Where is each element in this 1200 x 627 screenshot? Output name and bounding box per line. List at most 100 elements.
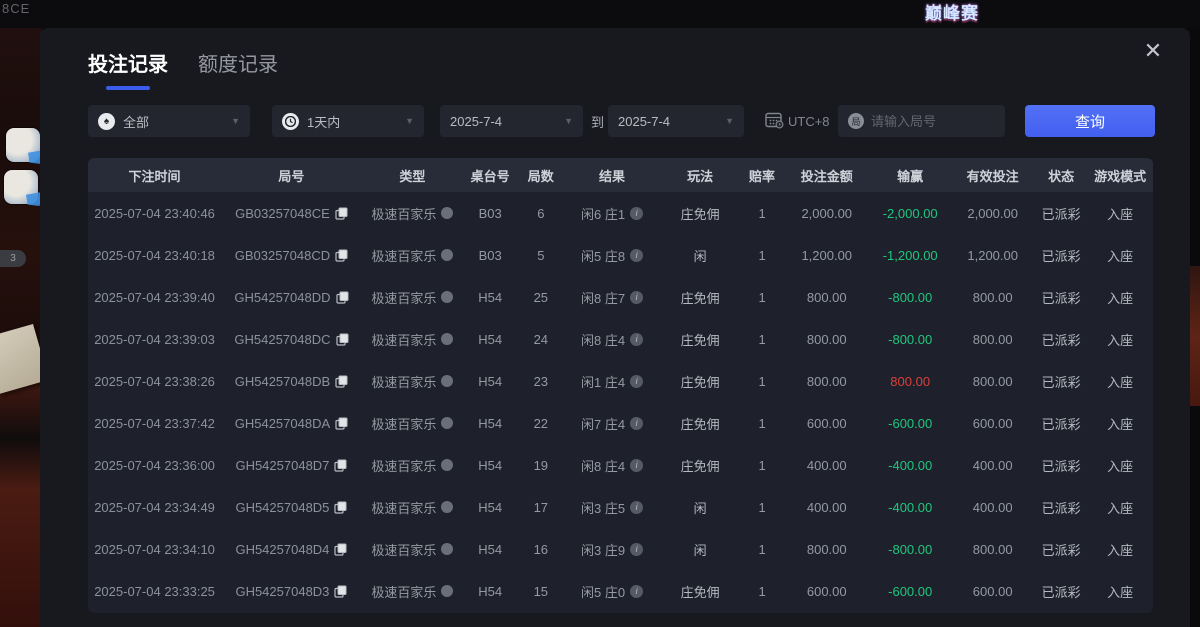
tab-betting-records[interactable]: 投注记录 (88, 48, 168, 90)
copy-icon[interactable] (335, 417, 348, 430)
info-icon[interactable]: i (630, 543, 643, 556)
cell-table-no: H54 (463, 360, 517, 402)
chevron-down-icon: ▼ (397, 116, 414, 126)
cell-result: 闲8 庄4 i (564, 444, 660, 486)
game-type-icon[interactable] (441, 291, 453, 303)
cell-valid-bet: 800.00 (951, 528, 1035, 570)
cell-bet-time: 2025-07-04 23:37:42 (88, 402, 221, 444)
column-header: 局数 (517, 158, 564, 192)
cell-game-type: 极速百家乐 (362, 444, 463, 486)
info-icon[interactable]: i (630, 333, 643, 346)
query-button[interactable]: 查询 (1025, 105, 1155, 137)
game-type-icon[interactable] (441, 501, 453, 513)
cell-round: 22 (517, 402, 564, 444)
cell-play-type: 庄免佣 (660, 402, 741, 444)
cell-play-type: 庄免佣 (660, 444, 741, 486)
game-type-icon[interactable] (441, 543, 453, 555)
cell-table-no: H54 (463, 528, 517, 570)
cell-play-type: 庄免佣 (660, 570, 741, 612)
game-type-icon[interactable] (441, 417, 453, 429)
info-icon[interactable]: i (630, 585, 643, 598)
timezone-indicator[interactable]: UTC+8 (765, 111, 830, 132)
chevron-down-icon: ▼ (223, 116, 240, 126)
info-icon[interactable]: i (630, 207, 643, 220)
tab-quota-records[interactable]: 额度记录 (198, 48, 278, 90)
cell-win-loss: -800.00 (870, 276, 951, 318)
game-type-icon[interactable] (441, 585, 453, 597)
cell-win-loss: -400.00 (870, 486, 951, 528)
cell-game-mode: 入座 (1087, 192, 1153, 234)
cell-game-id: GH54257048D5 (221, 486, 362, 528)
emoji-sticker (4, 170, 38, 204)
cell-bet-time: 2025-07-04 23:34:10 (88, 528, 221, 570)
cell-win-loss: -400.00 (870, 444, 951, 486)
cell-round: 25 (517, 276, 564, 318)
date-to-value: 2025-7-4 (618, 114, 670, 129)
game-type-icon[interactable] (441, 333, 453, 345)
category-value: 全部 (123, 112, 149, 131)
cell-odds: 1 (741, 360, 784, 402)
category-dropdown[interactable]: ♠ 全部 ▼ (88, 105, 250, 137)
table-row: 2025-07-04 23:40:18 GB03257048CD 极速百家乐 B… (88, 234, 1153, 276)
game-type-icon[interactable] (441, 375, 453, 387)
game-id-search[interactable]: 局 (838, 105, 1005, 137)
cell-round: 16 (517, 528, 564, 570)
table-header: 下注时间局号类型桌台号局数结果玩法赔率投注金额输赢有效投注状态游戏模式 (88, 158, 1153, 192)
cell-play-type: 闲 (660, 234, 741, 276)
copy-icon[interactable] (334, 501, 347, 514)
column-header: 输赢 (870, 158, 951, 192)
cell-table-no: H54 (463, 570, 517, 612)
cell-valid-bet: 800.00 (951, 318, 1035, 360)
cell-game-id: GH54257048D3 (221, 570, 362, 612)
info-icon[interactable]: i (630, 501, 643, 514)
date-to-dropdown[interactable]: 2025-7-4 ▼ (608, 105, 744, 137)
time-range-dropdown[interactable]: 1天内 ▼ (272, 105, 424, 137)
copy-icon[interactable] (334, 459, 347, 472)
game-type-icon[interactable] (441, 249, 453, 261)
cell-round: 24 (517, 318, 564, 360)
close-icon[interactable]: ✕ (1140, 38, 1166, 64)
search-input[interactable] (871, 114, 995, 129)
date-from-dropdown[interactable]: 2025-7-4 ▼ (440, 105, 583, 137)
cell-game-type: 极速百家乐 (362, 276, 463, 318)
tab-label: 额度记录 (198, 48, 278, 77)
info-icon[interactable]: i (630, 417, 643, 430)
chevron-down-icon: ▼ (556, 116, 573, 126)
game-type-icon[interactable] (441, 459, 453, 471)
background-top-bar (0, 0, 1200, 28)
count-badge: 3 (0, 250, 26, 267)
cell-game-id: GH54257048D4 (221, 528, 362, 570)
spade-chip-icon: ♠ (98, 113, 115, 130)
copy-icon[interactable] (336, 333, 349, 346)
cell-bet-amount: 600.00 (784, 402, 870, 444)
game-type-icon[interactable] (441, 207, 453, 219)
cell-play-type: 闲 (660, 528, 741, 570)
cell-game-type: 极速百家乐 (362, 318, 463, 360)
cell-game-type: 极速百家乐 (362, 486, 463, 528)
clock-icon (282, 113, 299, 130)
tournament-logo: 巅峰赛 (925, 1, 979, 27)
copy-icon[interactable] (335, 207, 348, 220)
cell-result: 闲8 庄7 i (564, 276, 660, 318)
cell-game-type: 极速百家乐 (362, 528, 463, 570)
cell-bet-time: 2025-07-04 23:39:40 (88, 276, 221, 318)
copy-icon[interactable] (334, 585, 347, 598)
cell-result: 闲6 庄1 i (564, 192, 660, 234)
copy-icon[interactable] (334, 543, 347, 556)
cell-play-type: 庄免佣 (660, 276, 741, 318)
cell-status: 已派彩 (1035, 486, 1088, 528)
info-icon[interactable]: i (630, 459, 643, 472)
copy-icon[interactable] (336, 291, 349, 304)
cell-game-id: GH54257048DC (221, 318, 362, 360)
cell-valid-bet: 400.00 (951, 486, 1035, 528)
cell-game-type: 极速百家乐 (362, 234, 463, 276)
info-icon[interactable]: i (630, 375, 643, 388)
cell-odds: 1 (741, 486, 784, 528)
copy-icon[interactable] (335, 249, 348, 262)
info-icon[interactable]: i (630, 249, 643, 262)
table-row: 2025-07-04 23:37:42 GH54257048DA 极速百家乐 H… (88, 402, 1153, 444)
copy-icon[interactable] (335, 375, 348, 388)
cell-round: 5 (517, 234, 564, 276)
cell-bet-time: 2025-07-04 23:39:03 (88, 318, 221, 360)
info-icon[interactable]: i (630, 291, 643, 304)
